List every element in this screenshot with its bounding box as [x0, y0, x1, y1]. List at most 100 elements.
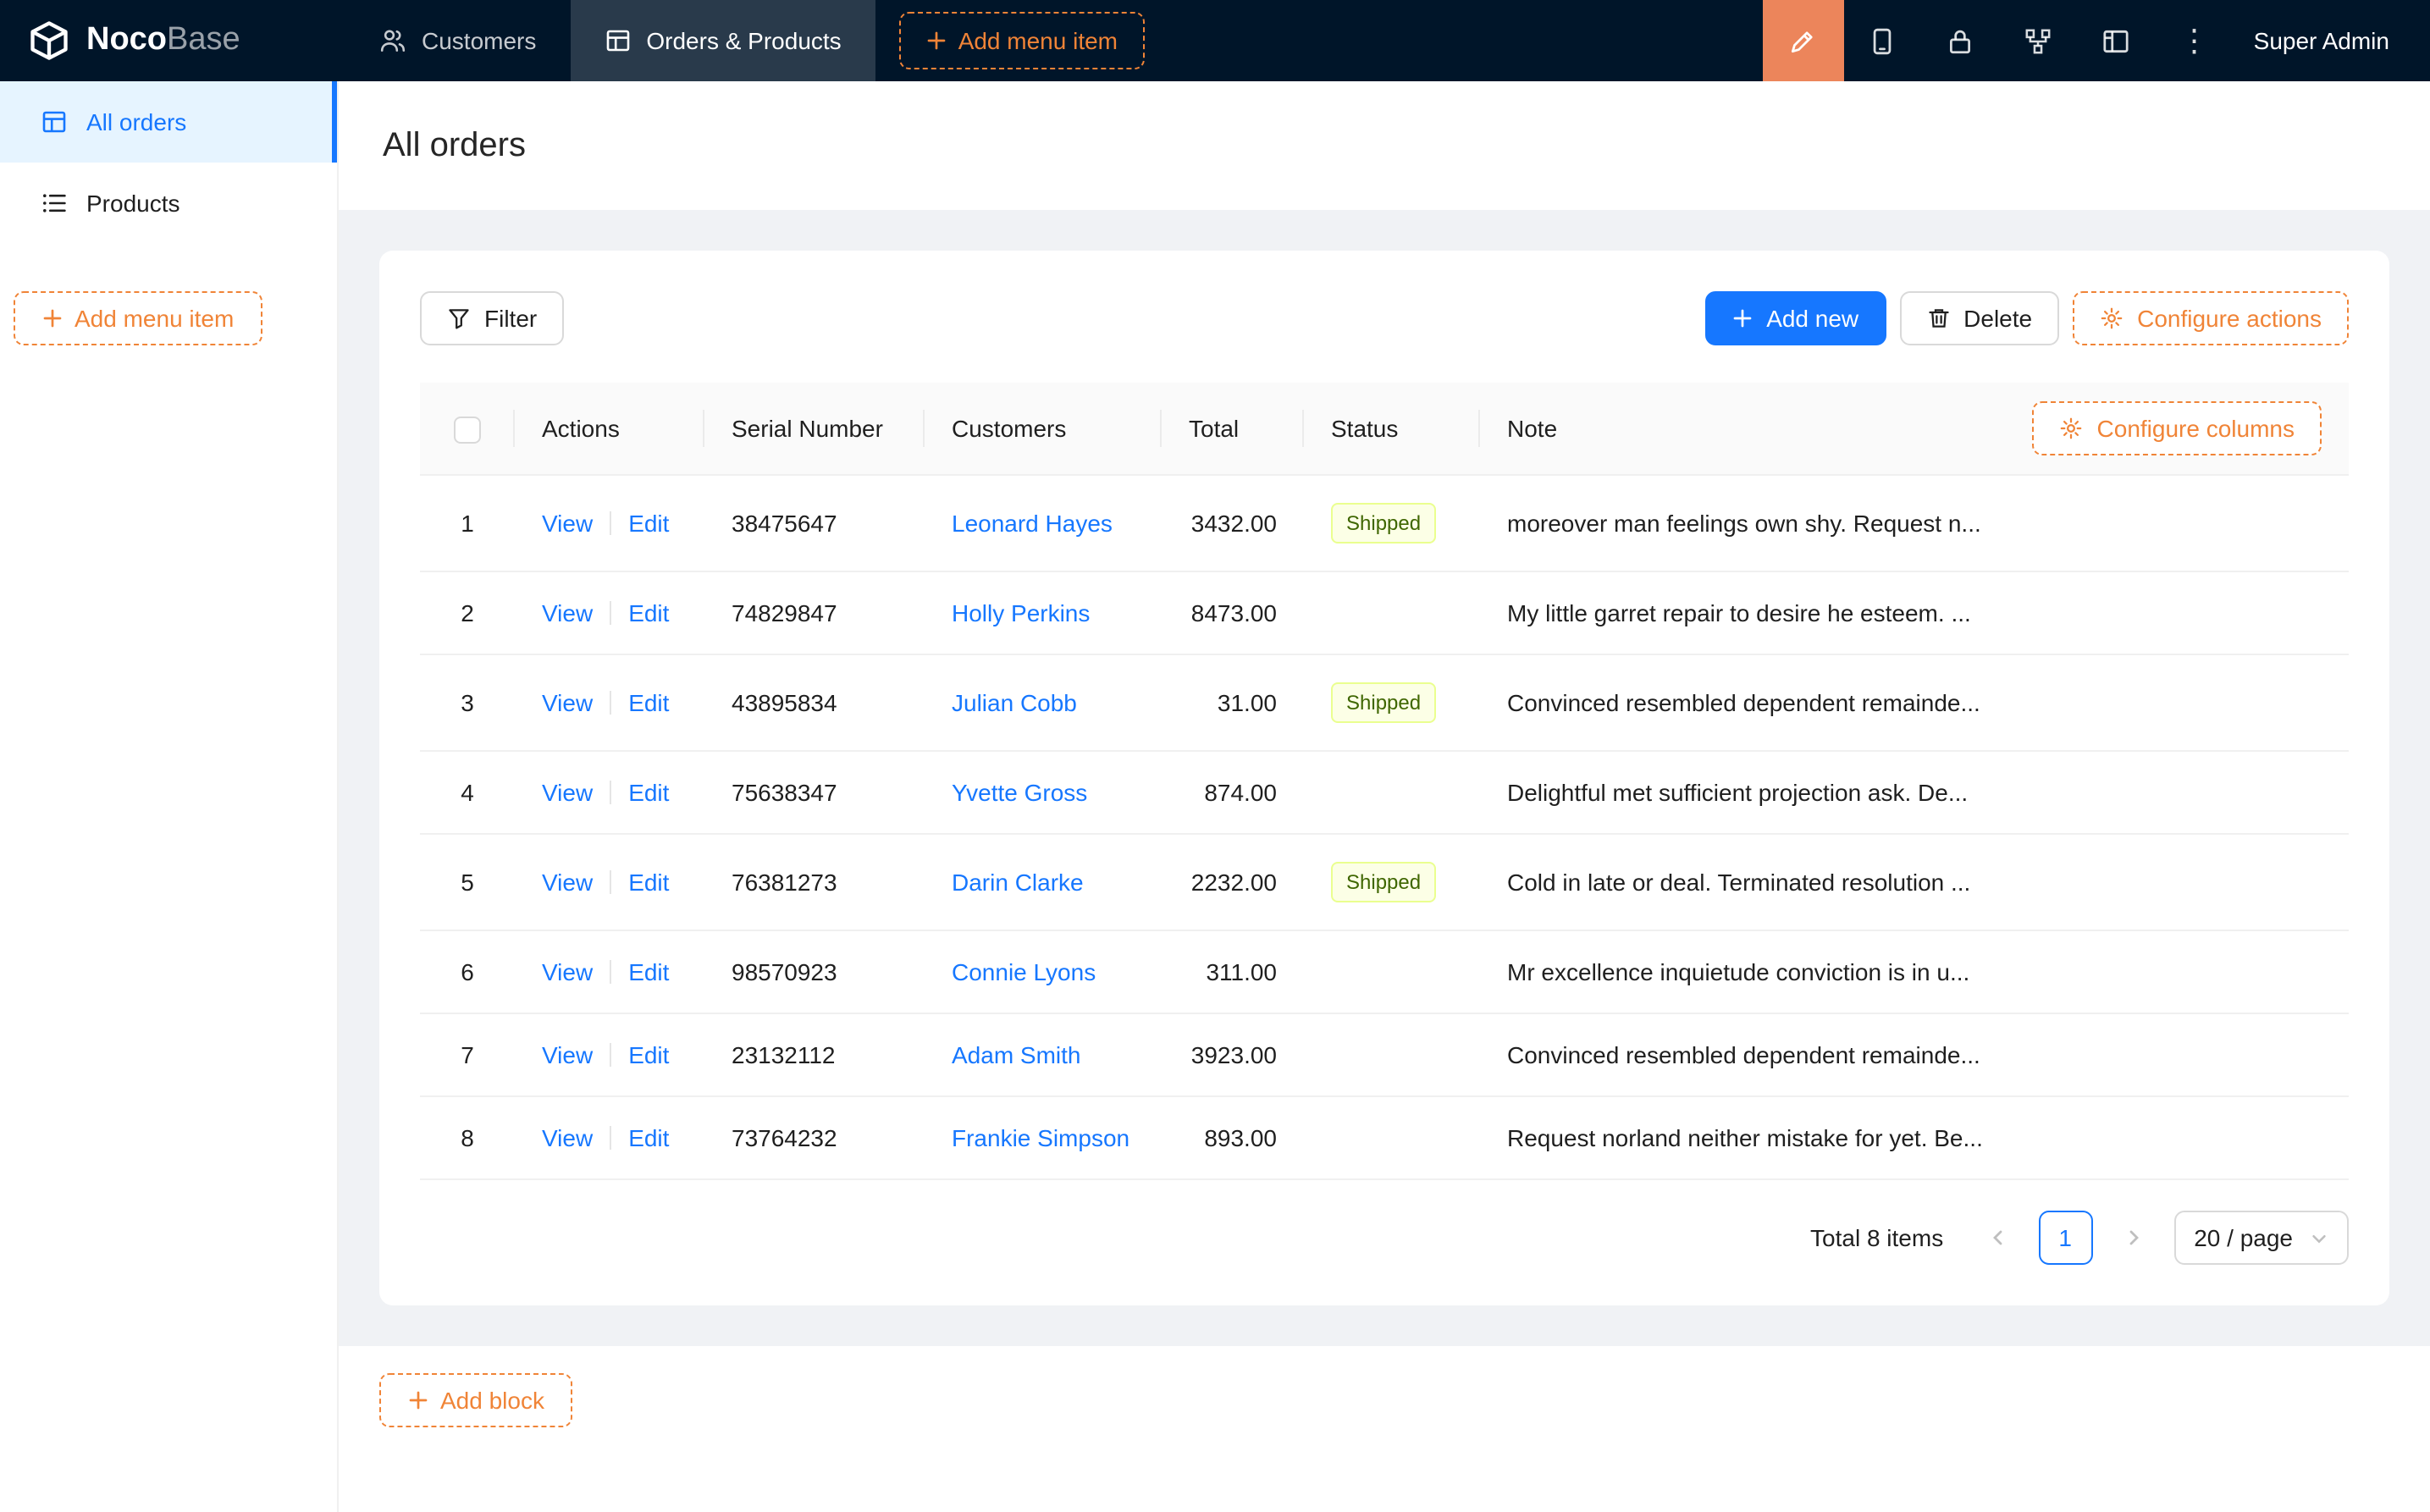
filter-button-label: Filter — [484, 305, 537, 332]
plus-icon — [1732, 308, 1753, 328]
prev-page-button[interactable] — [1970, 1211, 2024, 1265]
total-value: 3432.00 — [1191, 510, 1277, 537]
add-block-button-label: Add block — [440, 1387, 544, 1414]
next-page-button[interactable] — [2106, 1211, 2160, 1265]
column-header-note: Note — [1507, 415, 1557, 442]
users-icon — [379, 27, 406, 54]
note-text: Cold in late or deal. Terminated resolut… — [1507, 869, 1970, 896]
edit-link[interactable]: Edit — [628, 869, 669, 896]
customer-link[interactable]: Frankie Simpson — [952, 1124, 1129, 1151]
select-all-checkbox[interactable] — [454, 416, 481, 443]
sidebar-item-label: All orders — [86, 108, 186, 135]
customer-link[interactable]: Leonard Hayes — [952, 510, 1113, 537]
total-value: 8473.00 — [1191, 599, 1277, 626]
customer-link[interactable]: Yvette Gross — [952, 779, 1087, 806]
total-value: 31.00 — [1218, 689, 1277, 716]
note-text: My little garret repair to desire he est… — [1507, 599, 1971, 626]
trash-icon — [1926, 306, 1950, 330]
view-link[interactable]: View — [542, 1124, 593, 1151]
nocobase-logo-icon — [27, 19, 71, 63]
table-row: 7 ViewEdit 23132112 Adam Smith 3923.00 C… — [420, 1013, 2349, 1096]
customer-link[interactable]: Adam Smith — [952, 1041, 1081, 1068]
sidebar-item-products[interactable]: Products — [0, 163, 337, 244]
gear-icon — [2060, 417, 2084, 440]
user-menu[interactable]: Super Admin — [2234, 0, 2430, 81]
customer-link[interactable]: Darin Clarke — [952, 869, 1084, 896]
total-value: 3923.00 — [1191, 1041, 1277, 1068]
sidebar: All orders Products Add menu item — [0, 81, 339, 1512]
view-link[interactable]: View — [542, 958, 593, 985]
edit-link[interactable]: Edit — [628, 1041, 669, 1068]
serial-number: 43895834 — [732, 689, 837, 716]
chevron-right-icon — [2123, 1228, 2143, 1248]
footer-area: Add block — [339, 1346, 2430, 1512]
column-header-total: Total — [1162, 383, 1304, 475]
add-new-button[interactable]: Add new — [1705, 291, 1886, 345]
header-add-menu-item-button[interactable]: Add menu item — [899, 12, 1145, 69]
row-index: 5 — [461, 869, 474, 896]
total-value: 893.00 — [1204, 1124, 1277, 1151]
column-header-serial: Serial Number — [704, 383, 925, 475]
list-icon — [41, 190, 68, 217]
table-row: 4 ViewEdit 75638347 Yvette Gross 874.00 … — [420, 751, 2349, 834]
user-label: Super Admin — [2254, 27, 2389, 54]
edit-link[interactable]: Edit — [628, 510, 669, 537]
edit-link[interactable]: Edit — [628, 958, 669, 985]
serial-number: 74829847 — [732, 599, 837, 626]
note-text: Convinced resembled dependent remainde..… — [1507, 1041, 1980, 1068]
configure-columns-button[interactable]: Configure columns — [2033, 401, 2322, 455]
nav-item-orders-products[interactable]: Orders & Products — [570, 0, 875, 81]
edit-link[interactable]: Edit — [628, 599, 669, 626]
view-link[interactable]: View — [542, 779, 593, 806]
sidebar-add-menu-item-button[interactable]: Add menu item — [14, 291, 262, 345]
status-badge: Shipped — [1331, 682, 1436, 723]
configure-actions-button[interactable]: Configure actions — [2073, 291, 2349, 345]
table-row: 8 ViewEdit 73764232 Frankie Simpson 893.… — [420, 1096, 2349, 1179]
ui-editor-button[interactable] — [1763, 0, 1844, 81]
table-row: 3 View Edit 43895834 Julian Cobb 31.00 Sh… — [420, 654, 2349, 751]
action-divider — [610, 870, 611, 894]
view-link[interactable]: View — [542, 869, 593, 896]
edit-link[interactable]: Edit — [628, 779, 669, 806]
logo[interactable]: NocoBase — [0, 0, 345, 81]
action-divider — [610, 1126, 611, 1150]
nav-item-label: Customers — [422, 27, 536, 54]
more-button[interactable]: ⋮ — [2156, 0, 2234, 81]
customer-link[interactable]: Julian Cobb — [952, 689, 1077, 716]
page-number-button[interactable]: 1 — [2038, 1211, 2092, 1265]
view-link[interactable]: View — [542, 1041, 593, 1068]
highlighter-icon — [1789, 26, 1818, 55]
customer-link[interactable]: Connie Lyons — [952, 958, 1096, 985]
configure-columns-button-label: Configure columns — [2097, 415, 2295, 442]
content-area: Filter Add new — [339, 210, 2430, 1346]
plus-icon — [926, 30, 947, 51]
page-size-select[interactable]: 20 / page — [2173, 1211, 2349, 1265]
action-divider — [610, 1043, 611, 1067]
layout-button[interactable] — [2078, 0, 2156, 81]
row-index: 3 — [461, 689, 474, 716]
view-link[interactable]: View — [542, 599, 593, 626]
row-index: 1 — [461, 510, 474, 537]
filter-button[interactable]: Filter — [420, 291, 564, 345]
action-divider — [610, 511, 611, 535]
orders-card: Filter Add new — [379, 251, 2389, 1305]
delete-button[interactable]: Delete — [1899, 291, 2059, 345]
view-link[interactable]: View — [542, 689, 593, 716]
add-block-button[interactable]: Add block — [379, 1373, 573, 1427]
sidebar-item-all-orders[interactable]: All orders — [0, 81, 337, 163]
lock-icon — [1947, 26, 1975, 55]
customer-link[interactable]: Holly Perkins — [952, 599, 1090, 626]
row-index: 7 — [461, 1041, 474, 1068]
edit-link[interactable]: Edit — [628, 1124, 669, 1151]
note-text: Delightful met sufficient projection ask… — [1507, 779, 1968, 806]
table-row: 2 ViewEdit 74829847 Holly Perkins 8473.0… — [420, 571, 2349, 654]
edit-link[interactable]: Edit — [628, 689, 669, 716]
view-link[interactable]: View — [542, 510, 593, 537]
header-add-menu-item-label: Add menu item — [958, 27, 1118, 54]
nav-item-customers[interactable]: Customers — [345, 0, 570, 81]
api-button[interactable] — [2000, 0, 2078, 81]
lock-button[interactable] — [1922, 0, 2000, 81]
serial-number: 75638347 — [732, 779, 837, 806]
mobile-button[interactable] — [1844, 0, 1922, 81]
total-value: 2232.00 — [1191, 869, 1277, 896]
